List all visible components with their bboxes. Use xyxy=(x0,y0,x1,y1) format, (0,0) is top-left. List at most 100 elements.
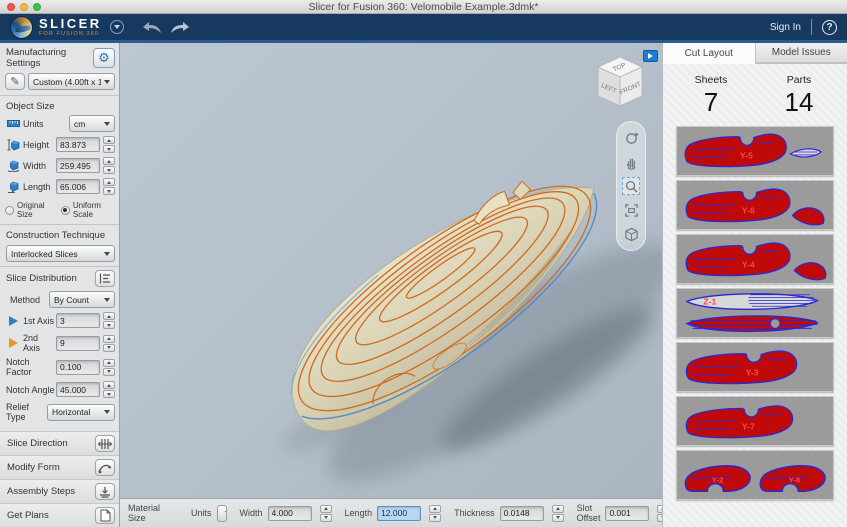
notch-factor-label: Notch Factor xyxy=(6,357,56,377)
height-label: Height xyxy=(23,140,56,150)
assembly-steps-icon[interactable] xyxy=(95,483,115,500)
second-axis-stepper[interactable] xyxy=(103,335,115,352)
chevron-down-icon xyxy=(104,80,110,84)
arrow-right-icon xyxy=(648,53,653,59)
titlebar: Slicer for Fusion 360: Velomobile Exampl… xyxy=(0,0,847,14)
height-input[interactable] xyxy=(56,137,100,152)
material-width-stepper[interactable] xyxy=(320,505,332,522)
sheet-label: Y-3 xyxy=(746,368,759,378)
material-preset-value: Custom (4.00ft x 12... xyxy=(33,77,101,87)
sidebar-item-get-plans[interactable]: Get Plans xyxy=(0,503,119,527)
original-size-label: Original Size xyxy=(17,201,56,219)
length-stepper[interactable] xyxy=(103,178,115,195)
notch-angle-input[interactable] xyxy=(56,382,100,397)
sheet-thumbnail-3[interactable]: Y-4 xyxy=(676,234,834,284)
app-menu-dropdown[interactable] xyxy=(110,20,124,34)
second-axis-input[interactable] xyxy=(56,336,100,351)
sheet-thumbnail-6[interactable]: Y-7 xyxy=(676,396,834,446)
units-dropdown[interactable]: cm xyxy=(69,115,115,132)
notch-factor-stepper[interactable] xyxy=(103,359,115,376)
zoom-icon[interactable] xyxy=(622,177,640,195)
get-plans-icon[interactable] xyxy=(95,507,115,524)
original-size-radio[interactable] xyxy=(5,206,14,215)
undo-button[interactable] xyxy=(140,21,162,34)
sheets-label: Sheets xyxy=(680,74,742,86)
material-length-stepper[interactable] xyxy=(429,505,441,522)
sheet-thumbnail-5[interactable]: Y-3 xyxy=(676,342,834,392)
nav-divider xyxy=(811,19,812,35)
sheet-label: Y-4 xyxy=(742,260,755,270)
view-cube[interactable]: TOP LEFT FRONT xyxy=(592,54,648,112)
pan-icon[interactable] xyxy=(622,153,640,171)
logo-title: SLICER xyxy=(39,17,102,30)
pencil-icon[interactable]: ✎ xyxy=(5,73,25,90)
cut-layout-panel: Cut Layout Model Issues Sheets 7 Parts 1… xyxy=(662,43,847,527)
navbar: SLICER FOR FUSION 360 Sign In ? xyxy=(0,14,847,43)
material-length-input[interactable] xyxy=(377,506,421,521)
assembly-steps-label: Assembly Steps xyxy=(7,486,95,497)
slice-direction-icon[interactable] xyxy=(95,435,115,452)
construction-technique-dropdown[interactable]: Interlocked Slices xyxy=(6,245,115,262)
sign-in-button[interactable]: Sign In xyxy=(770,22,801,33)
width-icon xyxy=(6,160,20,172)
first-axis-stepper[interactable] xyxy=(103,312,115,329)
relief-type-label: Relief Type xyxy=(6,402,47,422)
3d-viewport[interactable]: TOP LEFT FRONT xyxy=(120,43,662,498)
construction-technique-value: Interlocked Slices xyxy=(11,249,101,259)
first-axis-input[interactable] xyxy=(56,313,100,328)
sheet-thumbnail-7[interactable]: Y-2 Y-8 xyxy=(676,450,834,500)
slice-list-icon[interactable] xyxy=(95,270,115,287)
bb-thickness-label: Thickness xyxy=(454,508,495,518)
modify-form-icon[interactable] xyxy=(95,459,115,476)
tab-model-issues[interactable]: Model Issues xyxy=(756,43,847,63)
chevron-down-icon xyxy=(104,298,110,302)
method-label: Method xyxy=(10,295,49,305)
material-thickness-input[interactable] xyxy=(500,506,544,521)
relief-type-dropdown[interactable]: Horizontal xyxy=(47,404,115,421)
slicer-logo-icon xyxy=(10,16,33,39)
sidebar-item-slice-direction[interactable]: Slice Direction xyxy=(0,431,119,455)
width-input[interactable] xyxy=(56,158,100,173)
length-input[interactable] xyxy=(56,179,100,194)
sidebar-item-modify-form[interactable]: Modify Form xyxy=(0,455,119,479)
tab-cut-layout[interactable]: Cut Layout xyxy=(663,43,756,64)
material-thickness-stepper[interactable] xyxy=(552,505,564,522)
gear-icon[interactable]: ⚙ xyxy=(93,48,115,68)
material-size-title: Material Size xyxy=(128,503,160,523)
sheet-thumbnail-4[interactable]: Z-1 xyxy=(676,288,834,338)
method-dropdown[interactable]: By Count xyxy=(49,291,115,308)
parts-count: 14 xyxy=(768,87,830,118)
notch-angle-stepper[interactable] xyxy=(103,381,115,398)
viewport-toolbar xyxy=(616,121,646,251)
slice-direction-label: Slice Direction xyxy=(7,438,95,449)
help-icon[interactable]: ? xyxy=(822,20,837,35)
material-width-input[interactable] xyxy=(268,506,312,521)
uniform-scale-radio[interactable] xyxy=(61,206,70,215)
fit-view-icon[interactable] xyxy=(622,201,640,219)
display-settings-icon[interactable] xyxy=(622,225,640,243)
slice-distribution-title: Slice Distribution xyxy=(6,273,95,284)
parts-label: Parts xyxy=(768,74,830,86)
sheet-thumbnail-2[interactable]: Y-6 xyxy=(676,180,834,230)
notch-factor-input[interactable] xyxy=(56,360,100,375)
material-units-dropdown[interactable]: ft xyxy=(217,505,227,522)
sheet-label: Y-2 xyxy=(712,476,724,485)
chevron-down-icon xyxy=(104,122,110,126)
bb-width-label: Width xyxy=(240,508,263,518)
material-size-bar: Material Size Units ft Width Length Thic… xyxy=(120,498,662,527)
sheet-label: Y-7 xyxy=(742,422,755,432)
redo-button[interactable] xyxy=(170,21,192,34)
material-preset-dropdown[interactable]: Custom (4.00ft x 12... xyxy=(28,73,115,90)
sheet-list: Y-5 Y-6 Y-4 xyxy=(663,126,847,527)
right-panel-tabs: Cut Layout Model Issues xyxy=(663,43,847,64)
width-label: Width xyxy=(23,161,56,171)
sheet-label: Y-5 xyxy=(740,151,753,161)
sheet-thumbnail-1[interactable]: Y-5 xyxy=(676,126,834,176)
sidebar-item-assembly-steps[interactable]: Assembly Steps xyxy=(0,479,119,503)
velomobile-model[interactable] xyxy=(120,43,662,498)
slot-offset-input[interactable] xyxy=(605,506,649,521)
orbit-icon[interactable] xyxy=(622,129,640,147)
units-value: cm xyxy=(74,119,101,129)
height-stepper[interactable] xyxy=(103,136,115,153)
width-stepper[interactable] xyxy=(103,157,115,174)
